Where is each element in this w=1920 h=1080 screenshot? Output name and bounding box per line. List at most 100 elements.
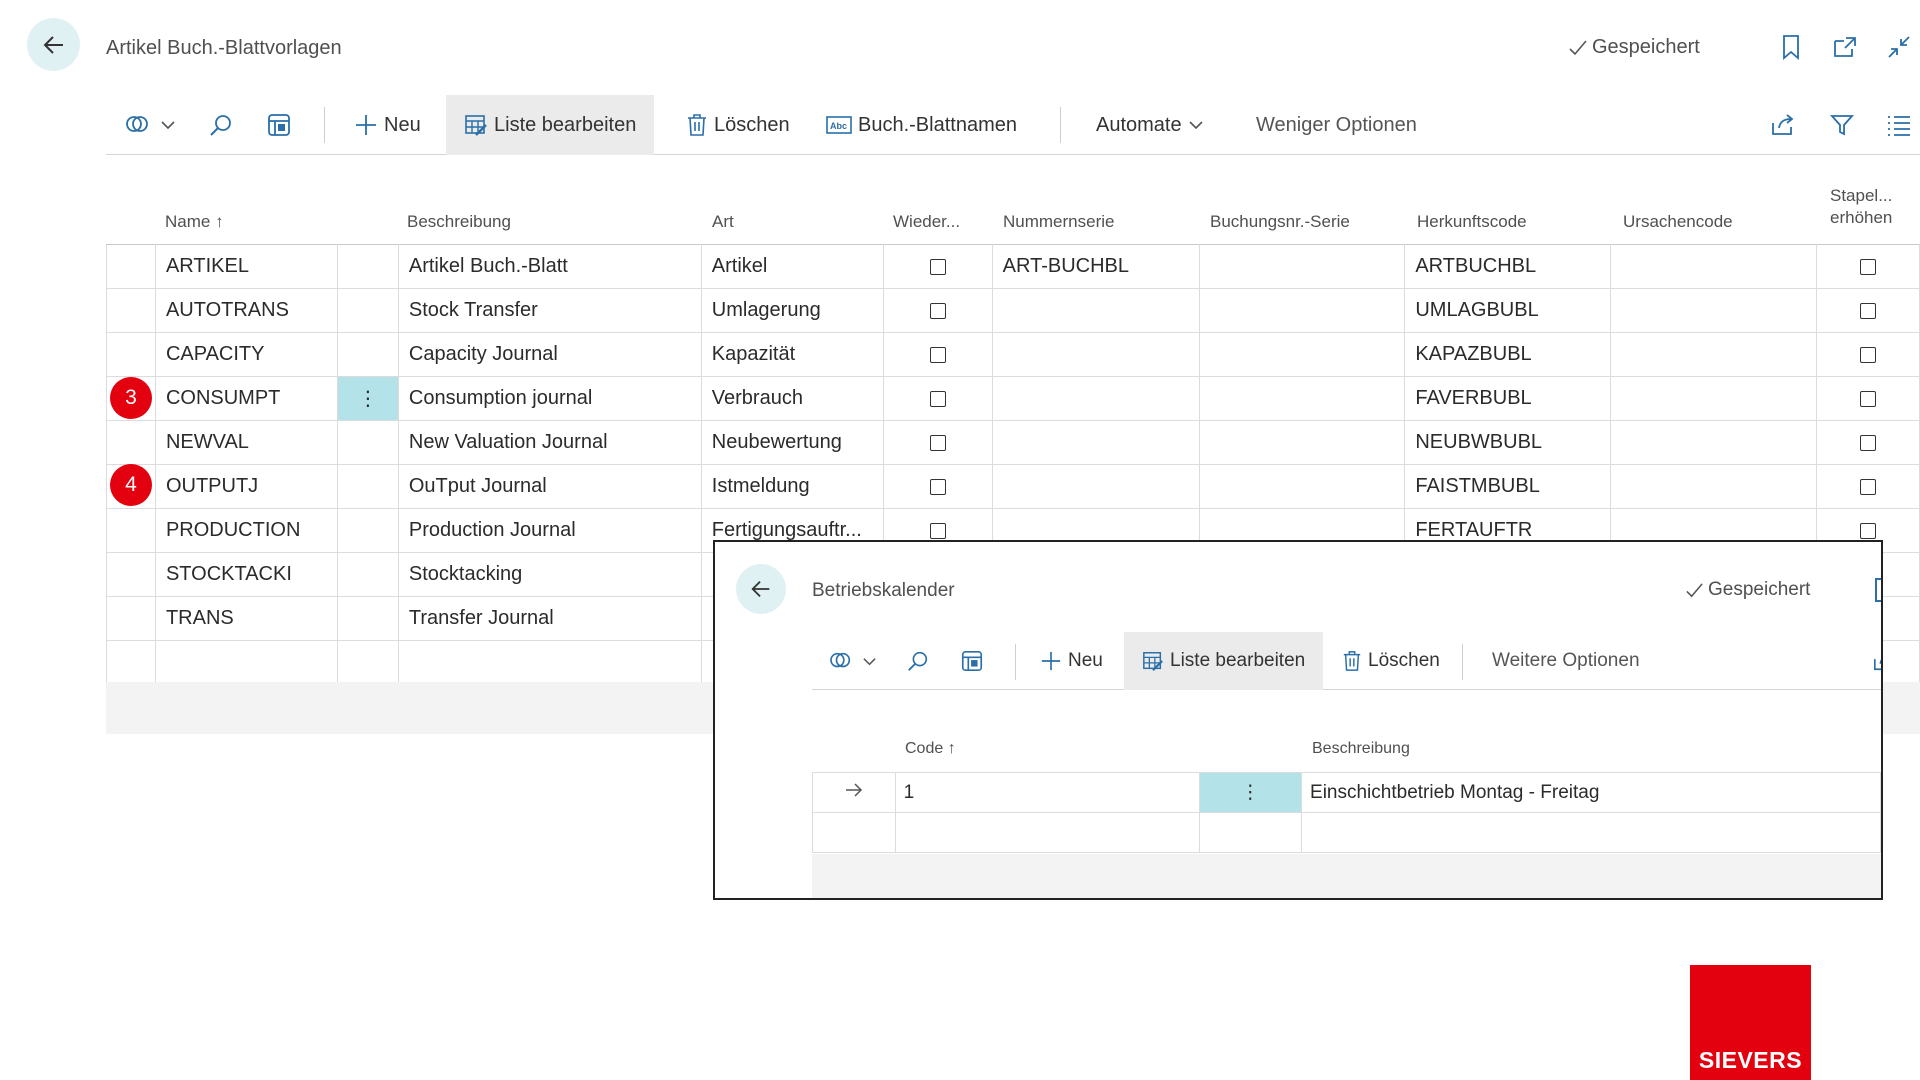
checkbox[interactable] [1860, 390, 1877, 407]
description-cell[interactable]: Transfer Journal [397, 596, 702, 641]
column-header-recurring[interactable]: Wieder... [893, 211, 960, 233]
checkbox[interactable] [929, 522, 946, 539]
new-button[interactable]: Neu [354, 95, 421, 155]
automate-dropdown[interactable]: Automate [1096, 95, 1204, 155]
column-header-no-series[interactable]: Nummernserie [1003, 211, 1114, 233]
checkbox[interactable] [1860, 302, 1877, 319]
description-cell[interactable]: Stocktacking [397, 552, 702, 597]
column-header-source-code[interactable]: Herkunftscode [1417, 211, 1527, 233]
recurring-checkbox[interactable] [882, 376, 993, 421]
journal-names-button[interactable]: Abc Buch.-Blattnamen [826, 95, 1017, 155]
posting-no-series-cell[interactable] [1198, 464, 1406, 509]
no-series-cell[interactable] [991, 288, 1200, 333]
type-cell[interactable]: Verbrauch [700, 376, 884, 421]
row-menu-cell[interactable] [336, 420, 399, 465]
increment-batch-checkbox[interactable] [1816, 464, 1920, 509]
table-row[interactable]: NEWVAL New Valuation Journal Neubewertung N… [106, 420, 1920, 465]
back-button[interactable] [736, 564, 786, 614]
collapse-icon[interactable] [1884, 32, 1914, 62]
name-cell[interactable]: PRODUCTION [154, 508, 338, 553]
description-cell[interactable]: Einschichtbetrieb Montag - Freitag [1301, 772, 1881, 813]
table-row[interactable]: ARTIKEL Artikel Buch.-Blatt Artikel ART-BUC… [106, 244, 1920, 289]
checkbox[interactable] [929, 346, 946, 363]
description-cell[interactable] [1301, 812, 1881, 853]
row-menu-button[interactable]: ⋮ [1198, 772, 1303, 813]
bookmark-icon[interactable] [1776, 32, 1806, 62]
type-cell[interactable]: Artikel [700, 244, 884, 289]
name-cell[interactable]: NEWVAL [154, 420, 338, 465]
reason-code-cell[interactable] [1610, 376, 1818, 421]
checkbox[interactable] [1860, 478, 1877, 495]
row-menu-cell[interactable] [336, 552, 399, 597]
name-cell[interactable]: OUTPUTJ [154, 464, 338, 509]
description-cell[interactable]: New Valuation Journal [397, 420, 702, 465]
type-cell[interactable]: Umlagerung [700, 288, 884, 333]
checkbox[interactable] [1860, 522, 1877, 539]
source-code-cell[interactable]: ARTBUCHBL [1404, 244, 1612, 289]
posting-no-series-cell[interactable] [1198, 376, 1406, 421]
views-dropdown[interactable] [124, 95, 176, 155]
type-cell[interactable]: Neubewertung [700, 420, 884, 465]
row-menu-cell[interactable] [336, 244, 399, 289]
analysis-mode-icon[interactable] [266, 95, 292, 155]
recurring-checkbox[interactable] [882, 244, 993, 289]
posting-no-series-cell[interactable] [1198, 244, 1406, 289]
delete-button[interactable]: Löschen [1342, 632, 1440, 690]
row-menu-cell[interactable] [336, 508, 399, 553]
views-dropdown[interactable] [828, 632, 877, 690]
name-cell[interactable] [154, 640, 338, 685]
source-code-cell[interactable]: KAPAZBUBL [1404, 332, 1612, 377]
checkbox[interactable] [929, 258, 946, 275]
name-cell[interactable]: ARTIKEL [154, 244, 338, 289]
increment-batch-checkbox[interactable] [1816, 332, 1920, 377]
description-cell[interactable]: Artikel Buch.-Blatt [397, 244, 702, 289]
checkbox[interactable] [1860, 258, 1877, 275]
column-header-code[interactable]: Code ↑ [905, 738, 956, 760]
name-cell[interactable]: STOCKTACKI [154, 552, 338, 597]
no-series-cell[interactable] [991, 376, 1200, 421]
description-cell[interactable]: Production Journal [397, 508, 702, 553]
search-icon[interactable] [906, 632, 930, 690]
new-button[interactable]: Neu [1040, 632, 1103, 690]
column-header-reason-code[interactable]: Ursachencode [1623, 211, 1733, 233]
table-row[interactable]: CAPACITY Capacity Journal Kapazität KAPAZBU… [106, 332, 1920, 377]
increment-batch-checkbox[interactable] [1816, 244, 1920, 289]
increment-batch-checkbox[interactable] [1816, 288, 1920, 333]
increment-batch-checkbox[interactable] [1816, 420, 1920, 465]
posting-no-series-cell[interactable] [1198, 332, 1406, 377]
recurring-checkbox[interactable] [882, 288, 993, 333]
row-menu-button[interactable]: ⋮ [336, 376, 399, 421]
type-cell[interactable]: Kapazität [700, 332, 884, 377]
checkbox[interactable] [929, 478, 946, 495]
name-cell[interactable]: CAPACITY [154, 332, 338, 377]
description-cell[interactable]: Capacity Journal [397, 332, 702, 377]
checkbox[interactable] [1860, 346, 1877, 363]
table-row[interactable]: AUTOTRANS Stock Transfer Umlagerung UMLAGBU… [106, 288, 1920, 333]
no-series-cell[interactable] [991, 332, 1200, 377]
delete-button[interactable]: Löschen [686, 95, 790, 155]
description-cell[interactable]: OuTput Journal [397, 464, 702, 509]
search-icon[interactable] [208, 95, 234, 155]
edit-list-button[interactable]: Liste bearbeiten [1124, 632, 1324, 690]
share-icon[interactable] [1872, 632, 1881, 690]
row-menu-cell[interactable] [336, 288, 399, 333]
back-button[interactable] [27, 18, 80, 71]
row-menu-cell[interactable] [336, 596, 399, 641]
description-cell[interactable] [397, 640, 702, 685]
code-cell[interactable]: 1 [894, 772, 1200, 813]
name-cell[interactable]: CONSUMPT [154, 376, 338, 421]
column-header-description[interactable]: Beschreibung [1312, 738, 1410, 760]
column-header-name[interactable]: Name ↑ [165, 211, 224, 233]
name-cell[interactable]: AUTOTRANS [154, 288, 338, 333]
checkbox[interactable] [929, 390, 946, 407]
share-icon[interactable] [1770, 95, 1796, 155]
open-new-window-icon[interactable] [1830, 32, 1860, 62]
code-cell[interactable] [894, 812, 1200, 853]
table-row[interactable] [812, 812, 1881, 853]
filter-icon[interactable] [1830, 95, 1854, 155]
column-header-description[interactable]: Beschreibung [407, 211, 511, 233]
reason-code-cell[interactable] [1610, 332, 1818, 377]
checkbox[interactable] [1860, 434, 1877, 451]
name-cell[interactable]: TRANS [154, 596, 338, 641]
description-cell[interactable]: Consumption journal [397, 376, 702, 421]
